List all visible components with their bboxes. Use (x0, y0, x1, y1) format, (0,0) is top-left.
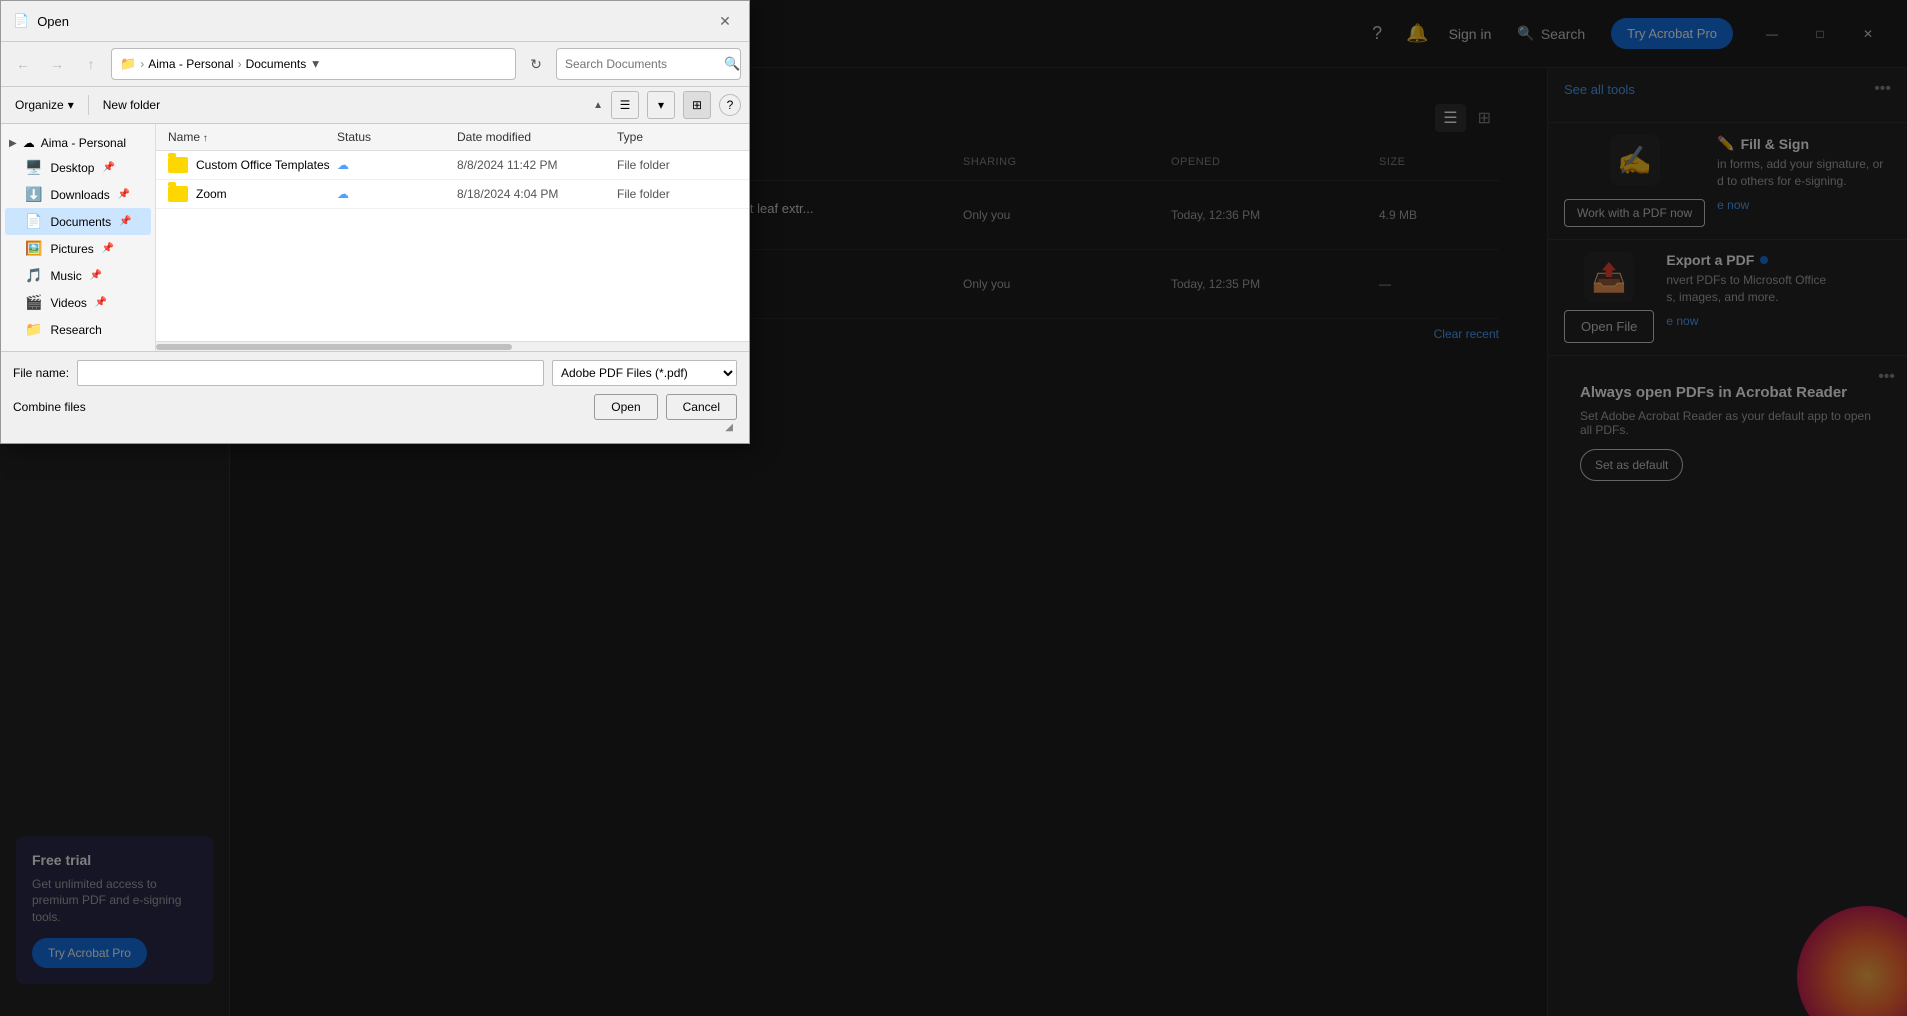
new-folder-button[interactable]: New folder (97, 95, 166, 115)
date-col-header[interactable]: Date modified (457, 130, 617, 144)
dialog-bottom: File name: Adobe PDF Files (*.pdf) All F… (1, 351, 749, 443)
refresh-button[interactable]: ↻ (522, 50, 550, 78)
pane-section-label: Aima - Personal (41, 136, 126, 150)
grid-view-toggle[interactable]: ⊞ (683, 91, 711, 119)
folder-icon-1 (168, 157, 188, 173)
search-box: 🔍 (556, 48, 741, 80)
cloud-icon-2: ☁ (337, 187, 349, 201)
breadcrumb-bar: 📁 › Aima - Personal › Documents ▾ (111, 48, 516, 80)
dialog-navbar: ← → ↑ 📁 › Aima - Personal › Documents ▾ … (1, 42, 749, 87)
horizontal-scrollbar[interactable] (156, 341, 749, 351)
dialog-close-button[interactable]: ✕ (713, 9, 737, 33)
sidebar-item-desktop[interactable]: 🖥️ Desktop 📌 (5, 154, 151, 181)
file-list-scroll: Custom Office Templates ☁ 8/8/2024 11:42… (156, 151, 749, 341)
open-file-dialog: 📄 Open ✕ ← → ↑ 📁 › Aima - Personal › Doc… (0, 0, 750, 444)
downloads-icon: ⬇️ (25, 186, 42, 203)
music-icon: 🎵 (25, 267, 42, 284)
pictures-icon: 🖼️ (25, 240, 42, 257)
filename-input[interactable] (77, 360, 544, 386)
breadcrumb-aima: Aima - Personal (148, 57, 233, 71)
name-col-header[interactable]: Name (168, 130, 337, 144)
back-button[interactable]: ← (9, 50, 37, 78)
help-button-dialog[interactable]: ? (719, 94, 741, 116)
sidebar-item-pictures[interactable]: 🖼️ Pictures 📌 (5, 235, 151, 262)
videos-icon: 🎬 (25, 294, 42, 311)
item1-type: File folder (617, 158, 737, 172)
sidebar-item-downloads[interactable]: ⬇️ Downloads 📌 (5, 181, 151, 208)
pin-icon-music: 📌 (90, 270, 102, 281)
research-icon: 📁 (25, 321, 42, 338)
pin-icon-documents: 📌 (119, 216, 131, 227)
item2-date: 8/18/2024 4:04 PM (457, 187, 617, 201)
sidebar-item-documents[interactable]: 📄 Documents 📌 (5, 208, 151, 235)
toolbar-separator (88, 95, 89, 115)
dialog-title: 📄 Open (13, 13, 69, 29)
pane-cloud-section[interactable]: ▶ ☁ Aima - Personal (1, 132, 155, 154)
scrollbar-thumb[interactable] (156, 344, 512, 350)
documents-icon: 📄 (25, 213, 42, 230)
sidebar-item-music[interactable]: 🎵 Music 📌 (5, 262, 151, 289)
pin-icon-desktop: 📌 (102, 162, 114, 173)
item2-name: Zoom (168, 186, 337, 202)
list-item[interactable]: Custom Office Templates ☁ 8/8/2024 11:42… (156, 151, 749, 180)
file-list-header: Name Status Date modified Type (156, 124, 749, 151)
breadcrumb-dropdown-button[interactable]: ▾ (310, 54, 321, 74)
cloud-icon-1: ☁ (337, 158, 349, 172)
dialog-body: ▶ ☁ Aima - Personal 🖥️ Desktop 📌 ⬇️ Down… (1, 124, 749, 351)
type-col-header[interactable]: Type (617, 130, 737, 144)
dialog-title-icon: 📄 (13, 13, 29, 29)
item1-name: Custom Office Templates (168, 157, 337, 173)
dialog-toolbar: Organize ▾ New folder ▲ ☰ ▾ ⊞ ? (1, 87, 749, 124)
sidebar-item-videos[interactable]: 🎬 Videos 📌 (5, 289, 151, 316)
combine-files-label[interactable]: Combine files (13, 400, 586, 414)
filetype-select[interactable]: Adobe PDF Files (*.pdf) All Files (*.*) (552, 360, 737, 386)
left-pane: ▶ ☁ Aima - Personal 🖥️ Desktop 📌 ⬇️ Down… (1, 124, 156, 351)
dialog-titlebar: 📄 Open ✕ (1, 1, 749, 42)
resize-handle[interactable]: ◢ (13, 420, 737, 435)
status-col-header[interactable]: Status (337, 130, 457, 144)
breadcrumb-folder-icon: 📁 (120, 56, 136, 72)
list-item[interactable]: Zoom ☁ 8/18/2024 4:04 PM File folder (156, 180, 749, 209)
open-button[interactable]: Open (594, 394, 657, 420)
file-list: Name Status Date modified Type Custom Of… (156, 124, 749, 351)
list-view-toggle[interactable]: ☰ (611, 91, 639, 119)
folder-icon-2 (168, 186, 188, 202)
dialog-actions: Combine files Open Cancel (13, 394, 737, 420)
dialog-overlay: 📄 Open ✕ ← → ↑ 📁 › Aima - Personal › Doc… (0, 0, 1907, 1016)
forward-button[interactable]: → (43, 50, 71, 78)
item2-status: ☁ (337, 187, 457, 201)
organize-button[interactable]: Organize ▾ (9, 95, 80, 115)
search-icon: 🔍 (724, 56, 740, 72)
breadcrumb-documents: Documents (246, 57, 307, 71)
pin-icon-downloads: 📌 (118, 189, 130, 200)
pane-cloud-icon: ☁ (23, 136, 35, 150)
sidebar-item-research[interactable]: 📁 Research (5, 316, 151, 343)
item1-date: 8/8/2024 11:42 PM (457, 158, 617, 172)
up-button[interactable]: ↑ (77, 50, 105, 78)
sort-indicator: ▲ (593, 100, 603, 111)
cancel-button[interactable]: Cancel (666, 394, 737, 420)
desktop-icon: 🖥️ (25, 159, 42, 176)
filename-label: File name: (13, 366, 69, 380)
details-dropdown-button[interactable]: ▾ (647, 91, 675, 119)
pin-icon-videos: 📌 (95, 297, 107, 308)
search-input[interactable] (565, 57, 720, 71)
filename-row: File name: Adobe PDF Files (*.pdf) All F… (13, 360, 737, 386)
organize-dropdown-icon: ▾ (68, 98, 74, 112)
pin-icon-pictures: 📌 (102, 243, 114, 254)
pane-chevron-icon: ▶ (9, 138, 17, 149)
item1-status: ☁ (337, 158, 457, 172)
item2-type: File folder (617, 187, 737, 201)
